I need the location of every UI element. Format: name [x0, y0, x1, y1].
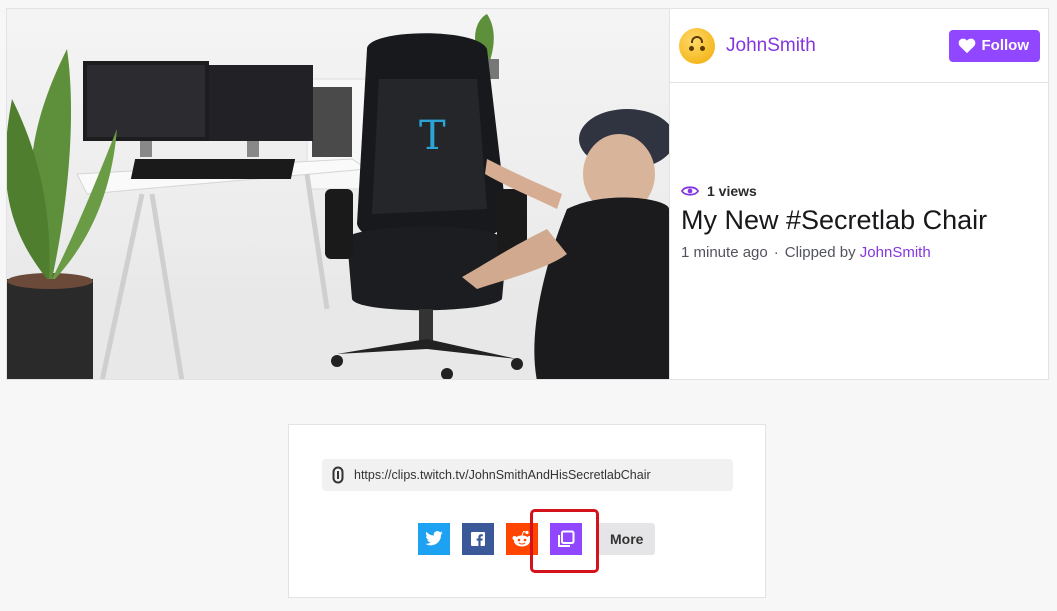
copy-icon	[557, 530, 575, 548]
more-share-options-button[interactable]: More	[598, 523, 656, 555]
clip-time-ago: 1 minute ago	[681, 244, 768, 261]
clipped-by-label: Clipped by	[784, 244, 856, 261]
broadcaster-name-link[interactable]: JohnSmith	[726, 35, 949, 57]
broadcaster-header: JohnSmith Follow	[670, 9, 1048, 83]
clip-meta: 1 minute ago · Clipped by JohnSmith	[681, 244, 1040, 261]
clipped-by-link[interactable]: JohnSmith	[860, 244, 931, 261]
facebook-icon	[471, 532, 485, 546]
eye-icon	[681, 185, 699, 197]
clip-card: T JohnSmith Follow 1 views My New #Secre…	[6, 8, 1049, 380]
clip-title: My New #Secretlab Chair	[681, 205, 988, 235]
twitter-icon	[424, 531, 444, 547]
reddit-share-button[interactable]	[506, 523, 538, 555]
avatar[interactable]	[679, 27, 715, 64]
view-count-label: 1 views	[707, 183, 757, 199]
video-scene: T	[7, 14, 669, 379]
clip-url-text: https://clips.twitch.tv/JohnSmithAndHisS…	[354, 468, 651, 482]
link-icon	[332, 466, 344, 484]
meta-separator: ·	[773, 244, 779, 261]
svg-text:T: T	[419, 113, 446, 159]
share-panel: https://clips.twitch.tv/JohnSmithAndHisS…	[288, 424, 766, 598]
heart-icon	[958, 38, 976, 54]
video-thumbnail[interactable]: T	[7, 9, 669, 379]
follow-label: Follow	[981, 37, 1030, 54]
twitter-share-button[interactable]	[418, 523, 450, 555]
clip-url-field[interactable]: https://clips.twitch.tv/JohnSmithAndHisS…	[322, 459, 733, 491]
view-count: 1 views	[681, 183, 1040, 199]
reddit-icon	[511, 530, 533, 548]
clip-info-panel: JohnSmith Follow 1 views My New #Secretl…	[669, 9, 1048, 379]
facebook-share-button[interactable]	[462, 523, 494, 555]
clip-details: 1 views My New #Secretlab Chair 1 minute…	[681, 183, 1040, 261]
follow-button[interactable]: Follow	[948, 29, 1040, 62]
share-buttons: More	[418, 523, 656, 555]
copy-link-button[interactable]	[550, 523, 582, 555]
